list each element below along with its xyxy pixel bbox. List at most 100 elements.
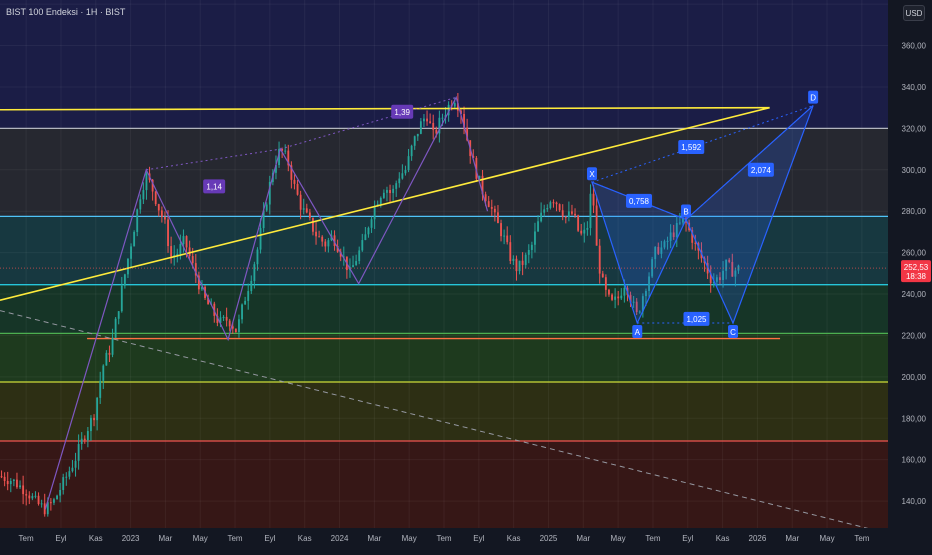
candle-up xyxy=(518,260,521,272)
candle-up xyxy=(105,352,108,366)
candle-up xyxy=(379,197,382,205)
candle-up xyxy=(114,318,117,338)
chart-area[interactable]: 1,14 1,39 X A B C D 0,758 1,025 1,592 2,074 140,0… xyxy=(0,0,932,550)
candle-down xyxy=(228,320,231,327)
candle-up xyxy=(413,136,416,146)
candle-up xyxy=(530,244,533,250)
candle-up xyxy=(453,103,456,107)
candle-down xyxy=(234,328,237,333)
price-chart[interactable]: 1,14 1,39 X A B C D 0,758 1,025 1,592 2,074 140,0… xyxy=(0,0,932,550)
price-tag-value: 252,53 xyxy=(904,263,929,272)
price-tick-label: 160,00 xyxy=(902,456,927,465)
price-tick-label: 320,00 xyxy=(902,124,927,133)
time-tick-label: Kas xyxy=(298,534,312,543)
candle-down xyxy=(170,246,173,257)
harmonic-point-label: B xyxy=(683,207,688,216)
candle-down xyxy=(318,236,321,238)
candle-down xyxy=(509,242,512,262)
time-tick-label: May xyxy=(402,534,417,543)
candle-up xyxy=(620,295,623,299)
candle-down xyxy=(305,208,308,213)
candle-down xyxy=(515,258,518,272)
currency-button[interactable]: USD xyxy=(903,5,925,21)
candle-up xyxy=(31,496,34,499)
candle-up xyxy=(524,254,527,265)
time-tick-label: 2026 xyxy=(749,534,767,543)
candle-up xyxy=(139,199,142,210)
time-tick-label: Mar xyxy=(785,534,799,543)
candle-up xyxy=(398,178,401,184)
harmonic-ratio-label: 2,074 xyxy=(751,166,772,175)
candle-up xyxy=(238,319,240,333)
harmonic-ratio-label: 1,592 xyxy=(681,143,702,152)
candle-up xyxy=(68,471,71,477)
candle-down xyxy=(561,210,564,217)
candle-up xyxy=(549,202,552,208)
candle-up xyxy=(512,258,515,262)
price-tick-label: 340,00 xyxy=(902,83,927,92)
candle-up xyxy=(567,211,570,218)
candle-up xyxy=(404,170,407,174)
candle-down xyxy=(324,241,327,247)
candle-up xyxy=(136,209,139,232)
price-tick-label: 200,00 xyxy=(902,373,927,382)
candle-up xyxy=(265,204,268,211)
time-tick-label: 2024 xyxy=(331,534,349,543)
time-tick-label: Tem xyxy=(227,534,242,543)
candle-down xyxy=(432,122,435,130)
candle-up xyxy=(34,495,37,497)
candle-up xyxy=(583,229,586,234)
candle-down xyxy=(16,479,18,488)
candle-down xyxy=(571,211,573,214)
candle-up xyxy=(241,304,243,320)
candle-down xyxy=(564,216,567,218)
candle-down xyxy=(37,495,40,504)
candle-up xyxy=(623,287,626,296)
candle-down xyxy=(321,236,324,242)
candle-up xyxy=(373,206,376,220)
time-tick-label: 2025 xyxy=(540,534,558,543)
price-tag-countdown: 18:38 xyxy=(906,272,927,281)
candle-up xyxy=(589,193,592,229)
candle-up xyxy=(19,485,21,488)
candle-up xyxy=(407,156,410,171)
candle-up xyxy=(182,236,185,245)
price-tick-label: 360,00 xyxy=(902,42,927,51)
candle-up xyxy=(586,228,589,230)
candle-up xyxy=(253,264,256,281)
symbol-title: BIST 100 Endeksi · 1H · BIST xyxy=(6,7,126,17)
time-tick-label: Kas xyxy=(507,534,521,543)
candle-down xyxy=(293,179,296,184)
candle-up xyxy=(416,133,419,137)
candle-down xyxy=(299,194,302,210)
candle-down xyxy=(308,212,311,218)
candle-up xyxy=(256,249,259,265)
candle-up xyxy=(543,209,546,213)
candle-up xyxy=(9,481,12,485)
time-tick-label: Mar xyxy=(576,534,590,543)
candle-down xyxy=(598,245,601,274)
candle-up xyxy=(96,397,99,421)
candle-up xyxy=(99,380,102,398)
candle-down xyxy=(49,502,52,504)
candle-up xyxy=(410,145,413,157)
candle-up xyxy=(534,231,536,245)
candle-up xyxy=(355,261,358,266)
candle-up xyxy=(423,118,425,122)
candle-up xyxy=(247,291,250,301)
candle-up xyxy=(503,235,506,237)
candle-down xyxy=(506,235,509,243)
candle-up xyxy=(123,274,126,286)
candle-down xyxy=(604,277,607,290)
candle-up xyxy=(386,190,388,193)
candle-down xyxy=(25,494,28,496)
candle-down xyxy=(22,485,25,495)
candle-up xyxy=(80,438,83,445)
candle-down xyxy=(611,294,613,300)
candle-up xyxy=(284,150,287,152)
time-tick-label: Tem xyxy=(645,534,660,543)
candle-down xyxy=(574,213,576,216)
candle-up xyxy=(250,280,253,292)
time-tick-label: Tem xyxy=(19,534,34,543)
time-tick-label: Eyl xyxy=(55,534,66,543)
